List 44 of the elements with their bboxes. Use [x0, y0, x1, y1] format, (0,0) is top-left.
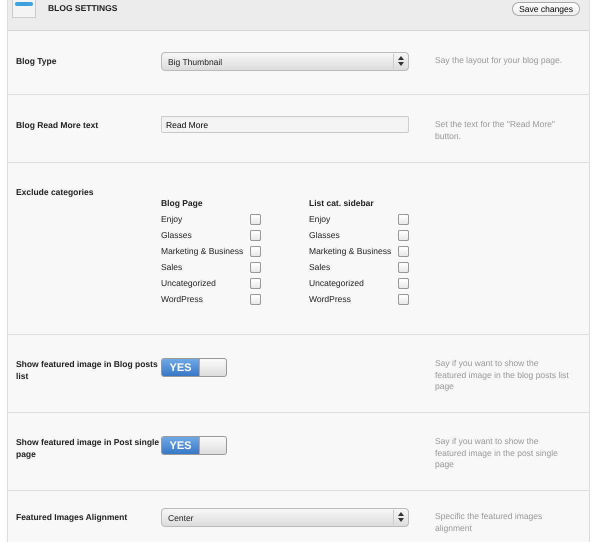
- select-field[interactable]: Center: [161, 508, 409, 527]
- save-button[interactable]: Save changes: [512, 2, 580, 16]
- setting-label: Featured Images Alignment: [16, 511, 128, 524]
- category-label: WordPress: [309, 294, 351, 304]
- checkbox[interactable]: [250, 214, 261, 224]
- category-label: Glasses: [161, 230, 192, 240]
- checkbox[interactable]: [398, 262, 409, 272]
- category-label: Marketing & Business: [161, 246, 244, 256]
- setting-label: Blog Type: [16, 55, 58, 68]
- setting-label: Show featured image in Post single page: [16, 436, 160, 461]
- setting-description: Set the text for the "Read More" button.: [435, 119, 556, 142]
- category-label: Marketing & Business: [309, 246, 392, 256]
- setting-description: Say the layout for your blog page.: [435, 55, 564, 67]
- updown-arrows-icon: [397, 56, 405, 66]
- category-label: Uncategorized: [161, 278, 216, 288]
- setting-label: Show featured image in Blog posts list: [16, 358, 159, 383]
- checkbox[interactable]: [250, 294, 261, 304]
- category-label: WordPress: [161, 294, 203, 304]
- category-label: Sales: [309, 262, 330, 272]
- checkbox[interactable]: [398, 246, 409, 256]
- checkbox[interactable]: [250, 230, 261, 240]
- checkbox[interactable]: [398, 278, 409, 288]
- category-label: Enjoy: [161, 214, 182, 224]
- category-label: Sales: [161, 262, 182, 272]
- checkbox[interactable]: [398, 214, 409, 224]
- category-label: Uncategorized: [309, 278, 364, 288]
- section-title: BLOG SETTINGS: [48, 3, 118, 13]
- category-label: Enjoy: [309, 214, 330, 224]
- setting-label: Blog Read More text: [16, 119, 100, 132]
- text-field[interactable]: Read More: [161, 116, 409, 133]
- setting-description: Specific the featured images alignment: [435, 511, 544, 535]
- column-heading: List cat. sidebar: [309, 198, 375, 208]
- column-heading: Blog Page: [161, 198, 204, 208]
- checkbox[interactable]: [250, 278, 261, 288]
- category-label: Glasses: [309, 230, 340, 240]
- checkbox[interactable]: [250, 262, 261, 272]
- checkbox[interactable]: [398, 294, 409, 304]
- checkbox[interactable]: [250, 246, 261, 256]
- select-field[interactable]: Big Thumbnail: [161, 52, 409, 71]
- setting-label: Exclude categories: [16, 186, 94, 199]
- setting-description: Say if you want to show the featured image in the blog posts list page: [435, 358, 569, 393]
- setting-description: Say if you want to show the featured image in the post single page: [435, 436, 559, 471]
- checkbox[interactable]: [398, 230, 409, 240]
- updown-arrows-icon: [397, 512, 405, 522]
